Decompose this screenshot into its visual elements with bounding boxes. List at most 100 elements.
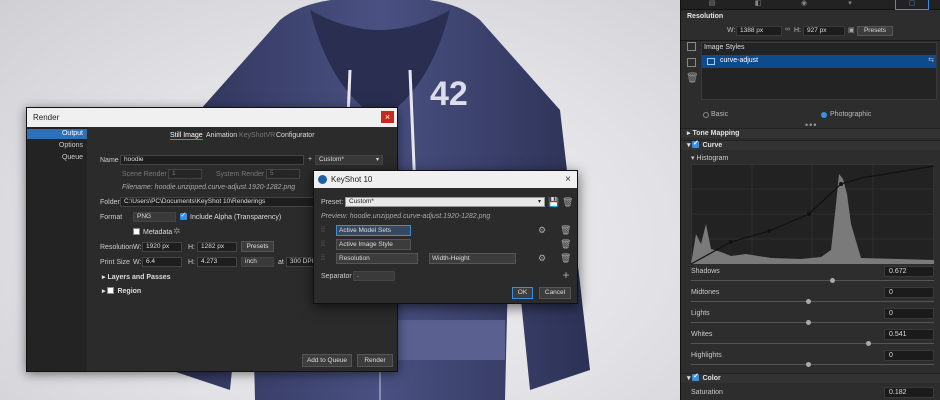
res-width-input[interactable]: 1920 px	[142, 242, 182, 252]
trash-icon[interactable]: 🗑	[686, 73, 699, 84]
panel-height-input[interactable]: 927 px	[803, 26, 845, 36]
link-aspect-icon[interactable]: ∞	[785, 26, 790, 33]
slider-knob[interactable]	[866, 341, 872, 346]
tab-keyshotvr[interactable]: KeyShotVR	[239, 132, 275, 139]
slider-track[interactable]	[691, 301, 934, 302]
region-checkbox[interactable]	[107, 287, 115, 294]
h-label: H:	[794, 27, 801, 34]
name-preset-select[interactable]: Custom* ▾	[315, 155, 383, 165]
panel-presets-button[interactable]: Presets	[857, 26, 893, 36]
tone-mapping-section[interactable]: ▸ Tone Mapping	[681, 128, 940, 138]
color-section[interactable]: ▾ Color	[681, 372, 940, 383]
style-item-curve-adjust[interactable]: curve-adjust ⇆	[702, 55, 936, 68]
nav-queue[interactable]: Queue	[27, 153, 87, 163]
tone-mapping-label: Tone Mapping	[692, 130, 740, 137]
slider-value-input[interactable]: 0	[884, 308, 934, 319]
dpi-input[interactable]: 300 DPI	[286, 257, 316, 267]
region-expander[interactable]: ▸ Region	[102, 287, 141, 295]
add-to-queue-button[interactable]: Add to Queue	[302, 354, 352, 367]
folder-input[interactable]: C:\Users\PC\Documents\KeyShot 10\Renderi…	[120, 197, 320, 207]
slider-value-input[interactable]: 0	[884, 350, 934, 361]
region-label: Region	[117, 288, 142, 295]
resolution-presets-button[interactable]: Presets	[241, 241, 274, 252]
duplicate-style-icon[interactable]	[687, 58, 696, 67]
cancel-button[interactable]: Cancel	[539, 287, 571, 299]
add-token-icon[interactable]: +	[561, 269, 571, 281]
slider-knob[interactable]	[805, 320, 811, 325]
camera-icon[interactable]: ▣	[848, 26, 855, 34]
print-unit-select[interactable]: inch	[241, 257, 274, 267]
drag-handle-icon[interactable]: ⁞⁞	[321, 254, 330, 263]
delete-row-icon[interactable]: 🗑	[560, 239, 571, 249]
color-checkbox[interactable]	[692, 372, 700, 382]
curve-checkbox[interactable]	[692, 139, 700, 149]
tab-icon-4[interactable]: ▾	[833, 0, 867, 10]
close-icon[interactable]: ×	[381, 111, 394, 123]
print-width-input[interactable]: 6.4	[142, 257, 182, 267]
separator-select[interactable]: .	[353, 271, 395, 281]
settings-gear-icon[interactable]: ⚙	[537, 225, 547, 235]
tab-animation[interactable]: Animation	[206, 132, 237, 139]
saturation-input[interactable]: 0.182	[884, 387, 934, 398]
layers-passes-expander[interactable]: ▸ Layers and Passes	[102, 273, 171, 281]
print-w-label: W:	[133, 259, 142, 266]
tab-icon-3[interactable]: ◉	[787, 0, 821, 10]
slider-track[interactable]	[691, 364, 934, 365]
add-token-button[interactable]: +	[308, 156, 312, 163]
drag-handle-icon[interactable]: ⁞⁞	[321, 226, 330, 235]
print-height-input[interactable]: 4.273	[197, 257, 237, 267]
system-render-input[interactable]: 5	[266, 169, 300, 179]
slider-value-input[interactable]: 0.541	[884, 329, 934, 340]
delete-preset-icon[interactable]: 🗑	[562, 197, 573, 207]
ks-token-field[interactable]: Active Model Sets	[336, 225, 411, 236]
render-button[interactable]: Render	[357, 354, 393, 367]
slider-track[interactable]	[691, 280, 934, 281]
include-alpha-checkbox[interactable]: Include Alpha (Transparency)	[180, 211, 281, 221]
format-select[interactable]: PNG	[133, 212, 176, 222]
tab-icon-1[interactable]: ▤	[695, 0, 729, 10]
nav-options[interactable]: Options	[27, 141, 87, 151]
ok-button[interactable]: OK	[512, 287, 533, 299]
scene-render-input[interactable]: 1	[168, 169, 202, 179]
tab-image-icon[interactable]: ▢	[895, 0, 929, 10]
ks-token-field[interactable]: Resolution	[336, 253, 418, 264]
slider-track[interactable]	[691, 343, 934, 344]
render-titlebar[interactable]: Render ×	[27, 108, 397, 127]
resolution-heading: Resolution	[687, 13, 724, 20]
system-render-label: System Render #	[216, 171, 271, 178]
image-styles-icon[interactable]	[687, 42, 696, 51]
histogram-curve-graph[interactable]	[691, 164, 934, 264]
filename-preview: Filename: hoodie.unzipped.curve-adjust.1…	[122, 184, 296, 191]
image-styles-list: Image Styles curve-adjust ⇆	[701, 42, 937, 100]
drag-handle-icon[interactable]: ⁞⁞	[321, 240, 330, 249]
curve-section[interactable]: ▾ Curve	[681, 139, 940, 150]
tab-icon-2[interactable]: ◧	[741, 0, 775, 10]
res-height-input[interactable]: 1282 px	[197, 242, 237, 252]
separator-label: Separator	[321, 273, 352, 280]
slider-knob[interactable]	[805, 362, 811, 367]
slider-knob[interactable]	[805, 299, 811, 304]
metadata-checkbox[interactable]: Metadata	[133, 228, 172, 236]
style-edit-icon[interactable]: ⇆	[928, 56, 934, 64]
tab-configurator[interactable]: Configurator	[276, 132, 315, 139]
delete-row-icon[interactable]: 🗑	[560, 225, 571, 235]
delete-row-icon[interactable]: 🗑	[560, 253, 571, 263]
nav-output[interactable]: Output	[27, 129, 87, 139]
name-input[interactable]: hoodie	[120, 155, 304, 165]
panel-width-input[interactable]: 1388 px	[736, 26, 782, 36]
photographic-label: Photographic	[830, 111, 872, 118]
ks-token-field[interactable]: Active Image Style	[336, 239, 411, 250]
photographic-radio[interactable]	[821, 112, 827, 118]
keyshot-titlebar[interactable]: KeyShot 10 ×	[314, 171, 577, 188]
ks-token-option[interactable]: Width-Height	[429, 253, 516, 264]
slider-value-input[interactable]: 0	[884, 287, 934, 298]
save-preset-icon[interactable]: 💾	[548, 197, 559, 207]
ks-preset-select[interactable]: Custom* ▾	[345, 197, 545, 207]
basic-radio[interactable]	[703, 112, 709, 118]
slider-track[interactable]	[691, 322, 934, 323]
tab-still-image[interactable]: Still Image	[170, 132, 203, 140]
slider-value-input[interactable]: 0.672	[884, 266, 934, 277]
settings-gear-icon[interactable]: ⚙	[537, 253, 547, 263]
close-icon[interactable]: ×	[565, 171, 571, 188]
slider-knob[interactable]	[829, 278, 835, 283]
